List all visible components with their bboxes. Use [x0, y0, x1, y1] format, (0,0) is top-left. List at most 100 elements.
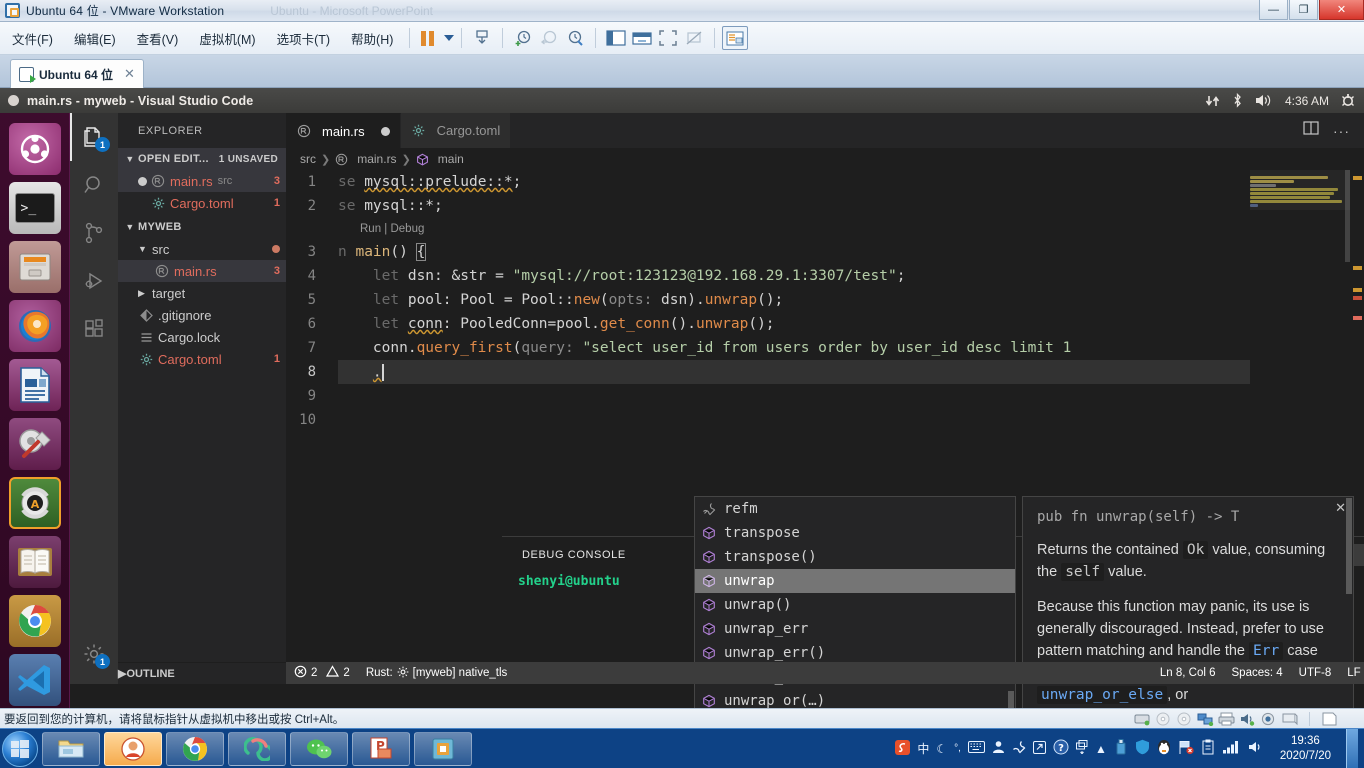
- tree-item-gitignore[interactable]: .gitignore: [118, 304, 286, 326]
- session-menu-icon[interactable]: [1340, 93, 1356, 109]
- panel-clock[interactable]: 4:36 AM: [1285, 94, 1329, 108]
- dirty-indicator[interactable]: [380, 126, 390, 136]
- suggest-item[interactable]: unwrap(): [695, 593, 1015, 617]
- unity-mode-icon[interactable]: [629, 26, 655, 50]
- menu-vm[interactable]: 虚拟机(M): [190, 26, 264, 51]
- codelens-run-debug[interactable]: Run | Debug: [286, 218, 1364, 240]
- volume-icon[interactable]: [1247, 740, 1265, 757]
- launcher-firefox-icon[interactable]: [8, 300, 61, 352]
- network-icon[interactable]: [1205, 94, 1221, 108]
- suggest-item[interactable]: refm: [695, 497, 1015, 521]
- ime-cn-indicator[interactable]: 中: [917, 740, 929, 757]
- sogou-icon[interactable]: [895, 739, 911, 758]
- launcher-terminal-icon[interactable]: >_: [8, 182, 61, 234]
- cd-drive-icon[interactable]: [1155, 712, 1172, 726]
- shared-folder-icon[interactable]: [1321, 712, 1338, 726]
- indentation[interactable]: Spaces: 4: [1224, 662, 1291, 684]
- open-editor-cargo-toml[interactable]: Cargo.toml 1: [118, 192, 286, 214]
- chevron-down-icon[interactable]: [444, 35, 455, 41]
- close-icon[interactable]: ✕: [124, 66, 135, 82]
- take-snapshot-icon[interactable]: [510, 26, 536, 50]
- launcher-files-icon[interactable]: [8, 241, 61, 293]
- export-icon[interactable]: [1032, 740, 1046, 757]
- taskbar-kugou[interactable]: [104, 731, 162, 766]
- close-icon[interactable]: ✕: [1335, 500, 1346, 516]
- taskbar-chrome[interactable]: [166, 731, 224, 766]
- launcher-vscode-icon[interactable]: [8, 654, 61, 706]
- launcher-help-icon[interactable]: [8, 536, 61, 588]
- suggest-item[interactable]: unwrap_err: [695, 617, 1015, 641]
- cd-drive-2-icon[interactable]: [1176, 712, 1193, 726]
- tree-item-src[interactable]: ▼ src: [118, 238, 286, 260]
- problems-status[interactable]: 2 2: [286, 662, 358, 684]
- menu-view[interactable]: 查看(V): [128, 26, 188, 51]
- taskbar-360-browser[interactable]: [228, 731, 286, 766]
- tab-main-rs[interactable]: main.rs: [286, 113, 401, 148]
- taskbar-vmware[interactable]: [414, 731, 472, 766]
- user-icon[interactable]: [992, 740, 1005, 757]
- split-editor-icon[interactable]: [1303, 120, 1319, 141]
- sound-card-icon[interactable]: [1239, 712, 1256, 726]
- launcher-google-chrome-icon[interactable]: [8, 595, 61, 647]
- printer-icon[interactable]: [1218, 712, 1235, 726]
- encoding[interactable]: UTF-8: [1291, 662, 1340, 684]
- minimize-button[interactable]: —: [1259, 0, 1288, 20]
- hard-disk-icon[interactable]: [1134, 712, 1151, 726]
- more-actions-icon[interactable]: ···: [1333, 123, 1350, 139]
- tree-item-main-rs[interactable]: main.rs 3: [118, 260, 286, 282]
- console-view-icon[interactable]: [722, 26, 749, 50]
- webcam-icon[interactable]: [1260, 712, 1277, 726]
- activity-extensions[interactable]: [70, 305, 118, 353]
- display-icon[interactable]: [1281, 712, 1298, 726]
- taskbar-wechat[interactable]: [290, 731, 348, 766]
- window-switch-icon[interactable]: [1075, 740, 1088, 757]
- keyboard-icon[interactable]: [967, 741, 985, 756]
- tree-item-target[interactable]: ▶ target: [118, 282, 286, 304]
- activity-run-debug[interactable]: [70, 257, 118, 305]
- codelens-label[interactable]: Run | Debug: [360, 223, 424, 235]
- open-editors-header[interactable]: ▼ OPEN EDIT... 1 UNSAVED: [118, 148, 286, 170]
- power-on-guest-icon[interactable]: [469, 26, 495, 50]
- manage-snapshots-icon[interactable]: [562, 26, 588, 50]
- menu-edit[interactable]: 编辑(E): [65, 26, 125, 51]
- clipboard-icon[interactable]: [1201, 739, 1215, 758]
- fullscreen-icon[interactable]: [655, 26, 681, 50]
- show-hidden-icons-icon[interactable]: ▲: [1095, 742, 1107, 756]
- activity-search[interactable]: [70, 161, 118, 209]
- degree-icon[interactable]: °,: [954, 743, 961, 754]
- menu-help[interactable]: 帮助(H): [342, 26, 402, 51]
- moon-icon[interactable]: ☾: [936, 742, 947, 756]
- show-desktop-button[interactable]: [1346, 728, 1358, 768]
- menu-file[interactable]: 文件(F): [3, 26, 62, 51]
- help-icon[interactable]: ?: [1053, 739, 1069, 758]
- link-unwrap-or-else[interactable]: unwrap_or_else: [1037, 686, 1168, 704]
- menu-tabs[interactable]: 选项卡(T): [268, 26, 339, 51]
- volume-icon[interactable]: [1254, 93, 1274, 108]
- activity-source-control[interactable]: [70, 209, 118, 257]
- taskbar-clock[interactable]: 19:36 2020/7/20: [1272, 734, 1339, 764]
- qq-icon[interactable]: [1157, 739, 1171, 758]
- tree-item-cargo-lock[interactable]: Cargo.lock: [118, 326, 286, 348]
- network-signal-icon[interactable]: [1222, 740, 1240, 757]
- tree-item-cargo-toml[interactable]: Cargo.toml 1: [118, 348, 286, 370]
- breadcrumb-src[interactable]: src: [300, 152, 316, 166]
- vm-tab-ubuntu[interactable]: Ubuntu 64 位 ✕: [10, 59, 144, 88]
- eol[interactable]: LF: [1339, 662, 1364, 684]
- project-header[interactable]: ▼ MYWEB: [118, 216, 286, 238]
- suggest-item-selected[interactable]: unwrap: [695, 569, 1015, 593]
- launcher-software-updater-icon[interactable]: A: [8, 477, 61, 529]
- network-adapter-icon[interactable]: [1197, 712, 1214, 726]
- flag-icon[interactable]: [1178, 740, 1194, 758]
- breadcrumb-main-fn[interactable]: main: [438, 152, 464, 166]
- taskbar-powerpoint[interactable]: P: [352, 731, 410, 766]
- show-sidebar-icon[interactable]: [603, 26, 629, 50]
- open-editor-main-rs[interactable]: main.rs src 3: [118, 170, 286, 192]
- suspend-button[interactable]: [421, 30, 435, 46]
- launcher-ubuntu-dash-icon[interactable]: [8, 123, 61, 175]
- taskbar-file-explorer[interactable]: [42, 731, 100, 766]
- close-button[interactable]: ✕: [1319, 0, 1364, 20]
- docs-scrollbar[interactable]: [1346, 498, 1352, 594]
- tab-cargo-toml[interactable]: Cargo.toml: [400, 113, 512, 148]
- suggest-item[interactable]: transpose: [695, 521, 1015, 545]
- activity-manage[interactable]: 1: [70, 630, 118, 678]
